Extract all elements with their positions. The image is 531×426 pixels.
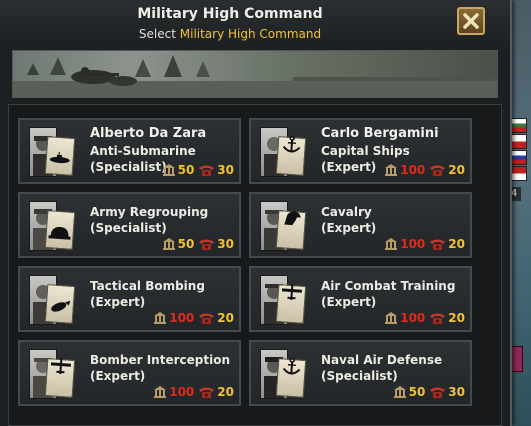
political-power-cost: 50 (177, 237, 195, 251)
command-power-cost: 30 (448, 385, 465, 399)
advisor-level: (Expert) (90, 369, 146, 383)
advisor-costs: 50 30 (393, 385, 465, 399)
advisor-trait: Tactical Bombing (90, 279, 205, 293)
trait-document (44, 357, 76, 398)
political-power-icon (385, 238, 398, 250)
trait-document (275, 135, 307, 176)
advisor-card[interactable]: Bomber Interception (Expert) 100 20 (18, 340, 241, 406)
advisor-name: Carlo Bergamini (321, 126, 439, 141)
political-power-cost: 50 (177, 163, 195, 177)
trait-document (44, 210, 76, 250)
close-button[interactable] (457, 7, 485, 35)
close-icon (463, 13, 479, 29)
political-power-cost: 50 (408, 385, 426, 399)
advisor-card[interactable]: Air Combat Training (Expert) 100 20 (249, 266, 472, 332)
advisor-trait: Air Combat Training (321, 279, 456, 293)
subtitle-highlight: Military High Command (179, 27, 322, 41)
advisor-card[interactable]: Army Regrouping (Specialist) 50 30 (18, 192, 241, 258)
advisor-level: (Expert) (321, 160, 377, 174)
advisor-card[interactable]: Tactical Bombing (Expert) 100 20 (18, 266, 241, 332)
horse-icon (284, 211, 301, 226)
fighter-plane-icon (281, 283, 303, 301)
subtitle-prefix: Select (138, 27, 176, 41)
advisor-card[interactable]: Carlo Bergamini Capital Ships (Expert) 1… (249, 118, 472, 184)
political-power-icon (385, 164, 398, 176)
advisor-costs: 100 20 (384, 311, 465, 325)
political-power-cost: 100 (169, 311, 195, 325)
advisor-level: (Expert) (90, 295, 146, 309)
window-header: Military High Command Select Military Hi… (0, 0, 510, 48)
command-power-icon (430, 239, 446, 250)
advisor-costs: 100 20 (153, 311, 234, 325)
advisor-level: (Expert) (321, 295, 377, 309)
command-power-cost: 20 (217, 311, 234, 325)
advisor-name: Alberto Da Zara (90, 126, 207, 141)
advisor-card[interactable]: Alberto Da Zara Anti-Submarine (Speciali… (18, 118, 241, 184)
political-power-icon (162, 164, 175, 176)
trait-document (44, 136, 76, 176)
advisor-card[interactable]: Cavalry (Expert) 100 20 (249, 192, 472, 258)
command-power-icon (430, 313, 446, 324)
political-power-icon (154, 386, 167, 398)
advisor-costs: 100 20 (384, 237, 465, 251)
window-subtitle: Select Military High Command (0, 27, 460, 41)
command-power-icon (199, 313, 215, 324)
political-power-cost: 100 (400, 163, 426, 177)
political-power-cost: 100 (169, 385, 195, 399)
political-power-icon (162, 238, 175, 250)
advisor-trait: Bomber Interception (90, 353, 230, 367)
bomb-icon (51, 300, 71, 312)
command-power-cost: 20 (217, 385, 234, 399)
fighter-plane-icon (50, 357, 72, 375)
command-power-icon (430, 165, 446, 176)
military-high-command-window: Military High Command Select Military Hi… (0, 0, 512, 426)
political-power-cost: 100 (400, 237, 426, 251)
trait-document (275, 357, 307, 398)
political-power-cost: 100 (400, 311, 426, 325)
trait-document (275, 283, 307, 324)
advisor-level: (Specialist) (90, 221, 167, 235)
advisor-card[interactable]: Naval Air Defense (Specialist) 50 30 (249, 340, 472, 406)
advisor-trait: Army Regrouping (90, 205, 209, 219)
advisor-level: (Specialist) (90, 160, 167, 174)
advisor-level: (Expert) (321, 221, 377, 235)
trait-document (44, 284, 76, 324)
political-power-icon (154, 312, 167, 324)
advisor-costs: 50 30 (162, 237, 234, 251)
anchor-icon (282, 135, 301, 153)
anchor-icon (282, 357, 301, 375)
command-power-cost: 20 (448, 163, 465, 177)
command-power-icon (199, 165, 215, 176)
command-power-cost: 30 (217, 237, 234, 251)
advisor-level: (Specialist) (321, 369, 398, 383)
submarine-icon (49, 151, 70, 164)
advisor-trait: Anti-Submarine (90, 144, 196, 158)
political-power-icon (385, 312, 398, 324)
helmet-icon (48, 227, 71, 240)
advisor-costs: 50 30 (162, 163, 234, 177)
advisor-costs: 100 20 (153, 385, 234, 399)
advisor-trait: Capital Ships (321, 144, 410, 158)
window-title: Military High Command (137, 6, 323, 22)
command-power-cost: 30 (217, 163, 234, 177)
trait-document (275, 210, 307, 250)
political-power-icon (393, 386, 406, 398)
header-banner-image (12, 50, 498, 98)
command-power-icon (430, 387, 446, 398)
advisor-trait: Naval Air Defense (321, 353, 443, 367)
command-power-cost: 20 (448, 311, 465, 325)
advisor-costs: 100 20 (384, 163, 465, 177)
command-power-cost: 20 (448, 237, 465, 251)
command-power-icon (199, 387, 215, 398)
command-power-icon (199, 239, 215, 250)
advisor-trait: Cavalry (321, 205, 372, 219)
